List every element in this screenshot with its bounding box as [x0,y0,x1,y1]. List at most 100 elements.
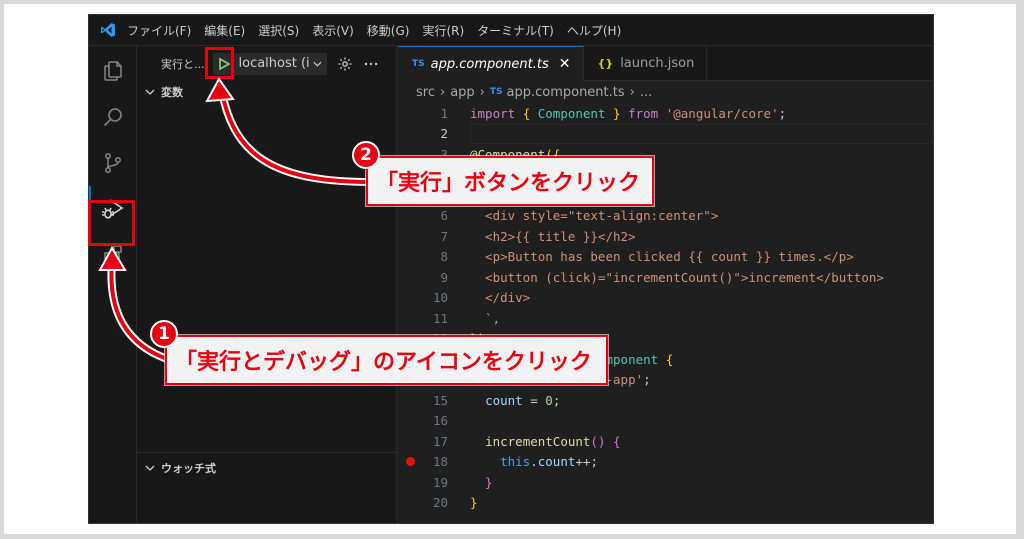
line-number: 7 [440,228,448,244]
code-line: 7 <h2>{{ title }}</h2> [398,226,933,247]
breadcrumb-separator: › [439,84,446,100]
code-line: 1 import { Component } from '@angular/cor… [398,103,933,124]
extensions-icon [104,245,122,265]
vscode-logo-icon [89,15,127,46]
step2-text: 「実行」ボタンをクリック [376,171,641,196]
breadcrumb-src[interactable]: src [416,85,435,100]
close-icon[interactable]: ✕ [559,56,571,72]
line-number: 11 [432,310,448,326]
menu-terminal[interactable]: ターミナル(T) [477,22,554,39]
step2-callout: 「実行」ボタンをクリック [366,156,654,206]
breadcrumb-file[interactable]: app.component.ts [507,85,625,100]
code-line: 20} [398,493,933,514]
line-number: 6 [440,208,448,224]
line-content: <button (click)="incrementCount()">incre… [470,269,884,285]
breadcrumb-app[interactable]: app [450,85,474,100]
menu-help[interactable]: ヘルプ(H) [567,22,621,39]
line-content: import { Component } from '@angular/core… [470,105,787,121]
line-content: } [470,495,478,511]
typescript-file-icon: TS [489,87,503,97]
run-debug-sidebar: 実行と... localhost (i 変数 ウォッチ式 [137,46,397,523]
line-number: 15 [432,392,448,408]
tab-launch-json[interactable]: {} launch.json [584,46,708,81]
line-number: 10 [432,290,448,306]
menu-go[interactable]: 移動(G) [367,22,410,39]
files-icon [104,61,122,81]
line-number: 20 [432,495,448,511]
line-content: </div> [470,290,531,306]
breadcrumb: src › app › TS app.component.ts › ... [398,81,933,103]
editor-area: TS app.component.ts ✕ {} launch.json src… [398,46,933,523]
step2-badge: 2 [352,141,380,169]
gear-icon [338,57,351,70]
source-control-icon [105,153,121,173]
line-number: 2 [440,126,448,142]
line-content: <p>Button has been clicked {{ count }} t… [470,249,854,265]
sidebar-header: 実行と... localhost (i [137,46,396,81]
current-line-highlight [470,123,933,144]
code-line: 8 <p>Button has been clicked {{ count }}… [398,247,933,268]
menu-selection[interactable]: 選択(S) [258,22,299,39]
line-content: <h2>{{ title }}</h2> [470,228,636,244]
code-line: 18 this.count++; [398,452,933,473]
editor-tabs: TS app.component.ts ✕ {} launch.json [398,46,933,81]
launch-config-select[interactable]: localhost (i [234,52,327,75]
watch-section-header[interactable]: ウォッチ式 [137,457,396,479]
code-line: 15 count = 0; [398,390,933,411]
more-actions-button[interactable] [363,56,379,72]
code-line: 6 <div style="text-align:center"> [398,206,933,227]
chevron-down-icon [145,89,155,95]
code-line: 10 </div> [398,288,933,309]
watch-section: ウォッチ式 [137,452,396,479]
open-launch-json-button[interactable] [337,56,353,72]
json-file-icon: {} [597,57,614,70]
search-icon [103,108,122,127]
menu-file[interactable]: ファイル(F) [127,22,191,39]
line-content: <div style="text-align:center"> [470,208,719,224]
title-bar: ファイル(F) 編集(E) 選択(S) 表示(V) 移動(G) 実行(R) ター… [89,15,933,46]
activity-explorer[interactable] [89,48,137,94]
step1-badge: 1 [150,320,178,348]
line-content: } [470,474,493,490]
code-line: 19 } [398,472,933,493]
tab-label: launch.json [620,56,695,71]
line-number: 9 [440,269,448,285]
activity-source-control[interactable] [89,140,137,186]
step1-callout: 「実行とデバッグ」のアイコンをクリック [165,335,608,385]
line-content: this.count++; [500,454,598,470]
code-line-current: 2 [398,123,933,144]
tab-label: app.component.ts [430,56,549,72]
step1-text: 「実行とデバッグ」のアイコンをクリック [175,350,592,375]
run-debug-icon-highlight [88,200,135,246]
watch-label: ウォッチ式 [161,462,216,475]
sidebar-title: 実行と... [161,57,205,71]
code-line: 16 [398,411,933,432]
menu-run[interactable]: 実行(R) [422,22,464,39]
menu-view[interactable]: 表示(V) [312,22,354,39]
line-number: 16 [432,413,448,429]
launch-config-value: localhost (i [238,56,310,71]
code-line: 9 <button (click)="incrementCount()">inc… [398,267,933,288]
activity-bar [89,46,137,523]
line-content: `, [470,310,501,326]
line-number: 19 [432,474,448,490]
line-number: 17 [432,433,448,449]
line-number: 8 [440,249,448,265]
breadcrumb-separator: › [629,84,635,100]
run-button-highlight [205,47,234,79]
code-line: 17 incrementCount() { [398,431,933,452]
code-line: 11 `, [398,308,933,329]
ellipsis-icon [364,62,377,65]
line-content: count = 0; [485,392,561,408]
breadcrumb-separator: › [479,84,485,100]
breadcrumb-symbol[interactable]: ... [640,85,652,100]
variables-section-header[interactable]: 変数 [137,81,396,103]
tab-app-component-ts[interactable]: TS app.component.ts ✕ [398,46,584,81]
vscode-window: ファイル(F) 編集(E) 選択(S) 表示(V) 移動(G) 実行(R) ター… [88,14,934,524]
menu-edit[interactable]: 編集(E) [204,22,245,39]
chevron-down-icon [145,465,155,471]
variables-label: 変数 [161,86,183,99]
chevron-down-icon [313,61,322,67]
activity-search[interactable] [89,94,137,140]
typescript-file-icon: TS [412,59,425,69]
